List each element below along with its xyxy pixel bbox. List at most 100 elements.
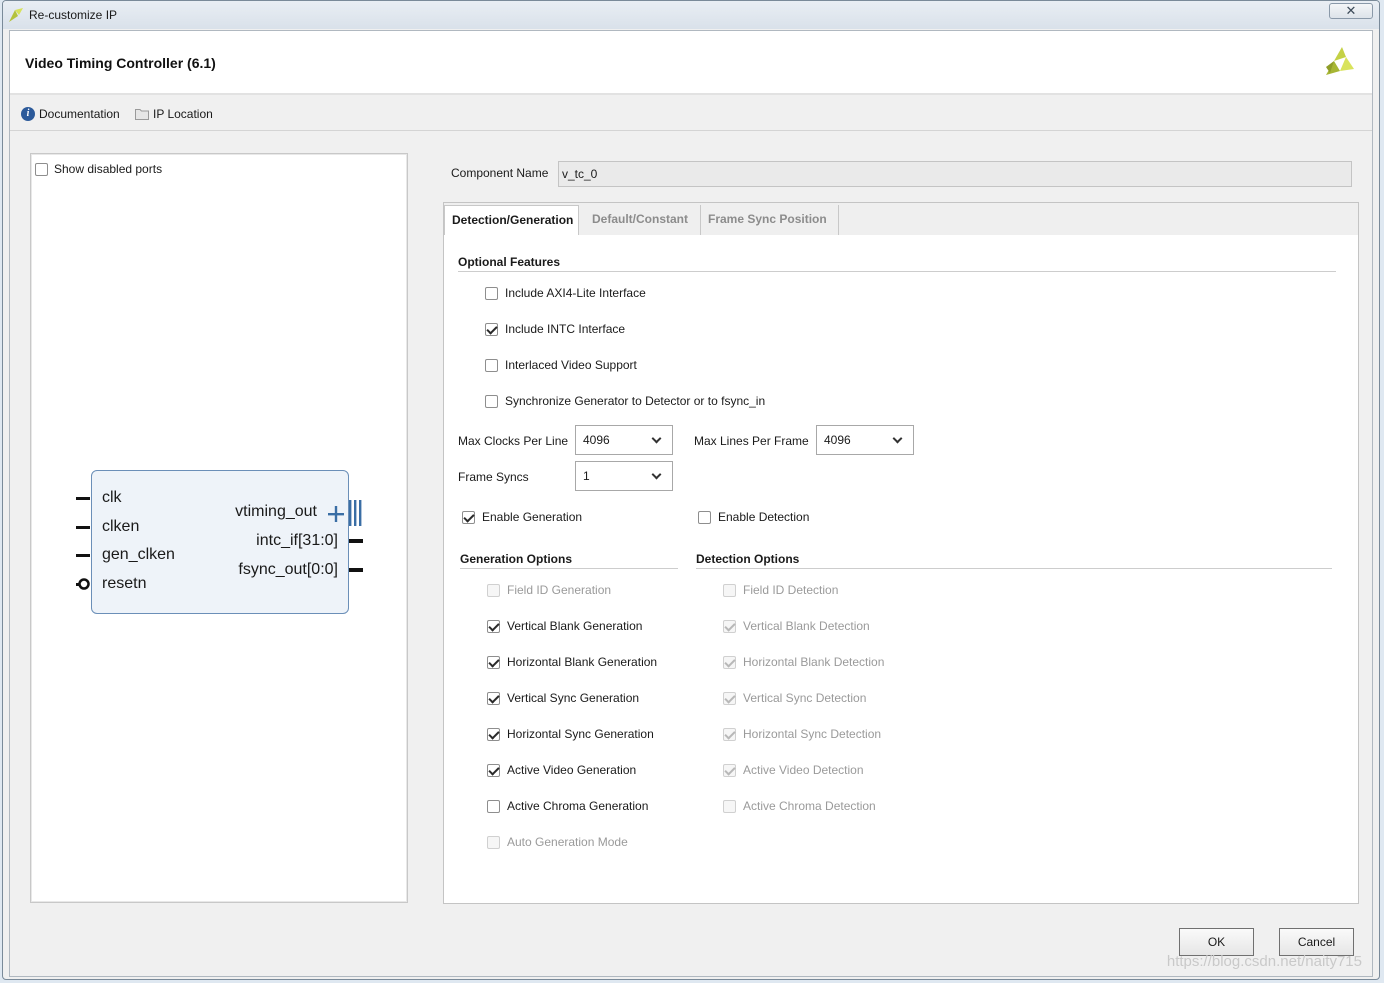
tab-frame-sync-position[interactable]: Frame Sync Position: [701, 205, 839, 235]
show-disabled-ports-checkbox[interactable]: [35, 162, 48, 176]
option-interlaced-video[interactable]: Interlaced Video Support: [485, 358, 637, 372]
port-clken: clken: [102, 518, 140, 535]
gen-option-horizontal-blank[interactable]: Horizontal Blank Generation: [487, 655, 657, 669]
title-bar: Re-customize IP ✕: [3, 1, 1379, 29]
option-label: Vertical Blank Detection: [743, 619, 870, 633]
option-label: Vertical Sync Detection: [743, 691, 867, 705]
tab-default-constant[interactable]: Default/Constant: [585, 205, 701, 235]
ip-symbol-panel: Show disabled ports clk clken gen_clken …: [30, 153, 408, 903]
option-label: Horizontal Sync Detection: [743, 727, 882, 741]
configuration-panel: Component Name v_tc_0 Detection/Generati…: [442, 153, 1359, 905]
gen-option-active-video[interactable]: Active Video Generation: [487, 763, 636, 777]
max-lines-select[interactable]: 4096: [816, 425, 914, 455]
component-name-field[interactable]: v_tc_0: [558, 161, 1352, 187]
checkbox: [723, 583, 736, 597]
max-lines-value: 4096: [824, 433, 851, 447]
checkbox: [723, 763, 736, 777]
xilinx-logo-icon: [1326, 47, 1354, 75]
frame-syncs-select[interactable]: 1: [575, 461, 673, 491]
enable-detection-checkbox[interactable]: [698, 510, 711, 524]
checkbox[interactable]: [485, 394, 498, 408]
window-title: Re-customize IP: [29, 8, 118, 22]
option-label: Active Chroma Generation: [507, 799, 649, 813]
checkbox[interactable]: [487, 799, 500, 813]
checkbox[interactable]: [487, 727, 500, 741]
option-synchronize-generator[interactable]: Synchronize Generator to Detector or to …: [485, 394, 765, 408]
enable-generation-checkbox[interactable]: [462, 510, 475, 524]
chevron-down-icon: [651, 433, 662, 444]
port-gen-clken: gen_clken: [102, 546, 175, 563]
gen-option-horizontal-sync[interactable]: Horizontal Sync Generation: [487, 727, 654, 741]
port-resetn: resetn: [102, 575, 147, 592]
max-lines-label: Max Lines Per Frame: [694, 434, 809, 448]
gen-option-field-id: Field ID Generation: [487, 583, 611, 597]
dialog-body: Video Timing Controller (6.1) i Document…: [9, 30, 1373, 977]
det-option-active-video: Active Video Detection: [723, 763, 864, 777]
re-customize-ip-dialog: Re-customize IP ✕ Video Timing Controlle…: [2, 0, 1380, 980]
checkbox[interactable]: [487, 619, 500, 633]
enable-generation-option[interactable]: Enable Generation: [462, 510, 582, 524]
cancel-button[interactable]: Cancel: [1279, 928, 1354, 956]
det-option-vertical-sync: Vertical Sync Detection: [723, 691, 866, 705]
pin-intc-if: [349, 539, 363, 543]
documentation-link[interactable]: i Documentation: [21, 107, 120, 121]
checkbox[interactable]: [487, 691, 500, 705]
ip-header: Video Timing Controller (6.1): [10, 31, 1372, 95]
checkbox[interactable]: [485, 358, 498, 372]
gen-option-active-chroma[interactable]: Active Chroma Generation: [487, 799, 648, 813]
gen-option-vertical-sync[interactable]: Vertical Sync Generation: [487, 691, 639, 705]
option-label: Horizontal Blank Detection: [743, 655, 885, 669]
close-button[interactable]: ✕: [1329, 3, 1373, 19]
detection-options-title: Detection Options: [696, 552, 800, 566]
option-include-intc[interactable]: Include INTC Interface: [485, 322, 625, 336]
option-include-axi4-lite[interactable]: Include AXI4-Lite Interface: [485, 286, 646, 300]
ip-location-label: IP Location: [153, 107, 213, 121]
option-label: Active Video Detection: [743, 763, 864, 777]
gen-option-vertical-blank[interactable]: Vertical Blank Generation: [487, 619, 642, 633]
port-vtiming-out: vtiming_out: [235, 503, 317, 520]
checkbox[interactable]: [485, 322, 498, 336]
frame-syncs-value: 1: [583, 469, 590, 483]
checkbox[interactable]: [487, 655, 500, 669]
video-timing-controller-block[interactable]: clk clken gen_clken resetn vtiming_out i…: [91, 470, 349, 614]
option-label: Include AXI4-Lite Interface: [505, 286, 646, 300]
checkbox[interactable]: [485, 286, 498, 300]
checkbox: [723, 799, 736, 813]
show-disabled-ports-label: Show disabled ports: [54, 162, 163, 176]
documentation-label: Documentation: [39, 107, 120, 121]
option-label: Horizontal Sync Generation: [507, 727, 654, 741]
ip-location-link[interactable]: IP Location: [135, 107, 213, 121]
option-label: Field ID Generation: [507, 583, 612, 597]
checkbox: [723, 727, 736, 741]
option-label: Active Chroma Detection: [743, 799, 876, 813]
expand-plus-icon[interactable]: [327, 505, 345, 523]
checkbox: [723, 619, 736, 633]
show-disabled-ports-option[interactable]: Show disabled ports: [35, 162, 162, 176]
det-option-active-chroma: Active Chroma Detection: [723, 799, 876, 813]
option-label: Synchronize Generator to Detector or to …: [505, 394, 766, 408]
ip-title: Video Timing Controller (6.1): [25, 55, 216, 71]
pin-clk: [76, 497, 90, 500]
det-option-horizontal-blank: Horizontal Blank Detection: [723, 655, 884, 669]
pin-clken: [76, 526, 90, 529]
detection-options-separator: [696, 568, 1332, 569]
port-intc-if: intc_if[31:0]: [256, 532, 338, 549]
max-clocks-value: 4096: [583, 433, 610, 447]
enable-detection-option[interactable]: Enable Detection: [698, 510, 809, 524]
ok-button[interactable]: OK: [1179, 928, 1254, 956]
interface-bus-pin-icon: [349, 500, 362, 526]
chevron-down-icon: [651, 469, 662, 480]
enable-detection-label: Enable Detection: [718, 510, 810, 524]
checkbox[interactable]: [487, 763, 500, 777]
port-clk: clk: [102, 489, 122, 506]
pin-fsync-out: [349, 568, 363, 572]
close-icon: ✕: [1345, 3, 1357, 18]
tab-detection-generation[interactable]: Detection/Generation: [444, 205, 579, 235]
pin-gen-clken: [76, 554, 90, 557]
chevron-down-icon: [892, 433, 903, 444]
option-label: Active Video Generation: [507, 763, 637, 777]
info-icon: i: [21, 107, 35, 121]
active-low-bubble-icon: [78, 578, 90, 590]
max-clocks-select[interactable]: 4096: [575, 425, 673, 455]
checkbox: [487, 835, 500, 849]
